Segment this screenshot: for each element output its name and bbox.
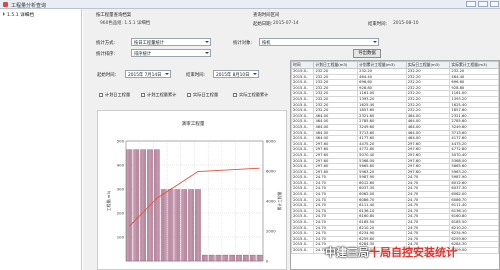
watermark: 中建三局十局自控安装统计 bbox=[325, 244, 457, 260]
checkbox-icon[interactable] bbox=[233, 93, 237, 97]
query-label: 按工程量查询档案 bbox=[96, 13, 132, 18]
chart-panel: 演审工程量 500 400 300 200 100 8000 6000 4000 2000 0 工程量… bbox=[97, 110, 287, 270]
start-label: 起始日期: bbox=[253, 22, 273, 27]
y-tick-right: 4000 bbox=[266, 199, 276, 204]
end-label: 结束时间: bbox=[368, 22, 388, 27]
date-end-value: 2015年 8月10日 bbox=[216, 73, 250, 78]
y-tick-left: 400 bbox=[117, 163, 125, 168]
window-title: 工程量分析查询 bbox=[11, 2, 47, 9]
tree-item-label: 1.5.1 详细档 bbox=[7, 13, 34, 18]
y-tick-right: 8000 bbox=[266, 139, 276, 144]
order-value: 排序统计 bbox=[134, 52, 152, 57]
column-header[interactable]: 实际累计工程量(m3) bbox=[449, 61, 499, 69]
end-value: 2015-08-10 bbox=[393, 21, 419, 26]
watermark-text-1: 中建三局 bbox=[325, 246, 369, 259]
chart-title: 演审工程量 bbox=[182, 120, 205, 127]
checkbox-icon[interactable] bbox=[141, 93, 145, 97]
table-cell: 6309.00 bbox=[449, 247, 499, 254]
column-header[interactable]: 实际日工程量(m3) bbox=[405, 61, 451, 69]
legend-actual-daily[interactable]: 实际日工程量 bbox=[187, 92, 218, 98]
order-select[interactable]: 排序统计 bbox=[131, 49, 211, 57]
data-table[interactable]: 时间 计划日工程量(m3) 计划累计工程量(m3) 实际日工程量(m3) 实际累计工程量… bbox=[290, 60, 500, 270]
stat-method-label: 统计方式: bbox=[96, 41, 116, 46]
legend-label: 实际工程量累计 bbox=[239, 92, 269, 97]
y-tick-right: 0 bbox=[266, 259, 269, 264]
legend-actual-cumulative[interactable]: 实际工程量累计 bbox=[233, 92, 268, 98]
checkbox-icon[interactable] bbox=[187, 93, 191, 97]
legend-label: 计划工程量累计 bbox=[147, 92, 177, 97]
watermark-text-2: 十局自控安装统计 bbox=[369, 246, 457, 259]
date-end-label: 结束时间: bbox=[186, 73, 206, 78]
y-tick-right: 6000 bbox=[266, 169, 276, 174]
stat-object-value: 按机 bbox=[262, 41, 271, 46]
y-axis-label-right: 累计工程量 bbox=[277, 191, 282, 210]
legend-plan-cumulative[interactable]: 计划工程量累计 bbox=[141, 92, 176, 98]
table-body: 2015-0.. 232.20 232.20 232.20 232.20 2015-0..… bbox=[291, 68, 499, 254]
y-tick-left: 500 bbox=[117, 139, 125, 144]
export-button[interactable]: 导出数据 bbox=[353, 49, 381, 58]
stat-method-select[interactable]: 按日工程量统计 bbox=[131, 38, 211, 46]
date-end-picker[interactable]: 2015年 8月10日 bbox=[213, 70, 259, 78]
minimize-button[interactable] bbox=[466, 1, 476, 7]
checkbox-icon[interactable] bbox=[99, 93, 103, 97]
y-tick-left: 300 bbox=[117, 187, 125, 192]
legend-plan-daily[interactable]: 计划日工程量 bbox=[99, 92, 130, 98]
y-tick-left: 100 bbox=[117, 235, 125, 240]
query-value: 960色品组: 1.5.1 详细档 bbox=[100, 21, 151, 26]
close-button[interactable] bbox=[490, 1, 499, 7]
start-value: 2015-07-14 bbox=[273, 21, 299, 26]
order-label: 统计排序: bbox=[96, 52, 116, 57]
date-start-label: 起始时间: bbox=[97, 73, 117, 78]
tree-item-detail[interactable]: 1.5.1 详细档 bbox=[3, 12, 34, 18]
window-titlebar: 工程量分析查询 bbox=[0, 0, 500, 9]
sidebar-tree: 1.5.1 详细档 bbox=[0, 9, 82, 270]
date-start-picker[interactable]: 2015年 7月14日 bbox=[125, 70, 171, 78]
stat-method-value: 按日工程量统计 bbox=[134, 41, 165, 46]
table-header-row: 时间 计划日工程量(m3) 计划累计工程量(m3) 实际日工程量(m3) 实际累计工程量… bbox=[291, 61, 499, 69]
legend-label: 实际日工程量 bbox=[193, 92, 219, 97]
app-icon bbox=[3, 2, 8, 7]
stat-object-label: 统计对象: bbox=[233, 41, 253, 46]
column-header[interactable]: 计划日工程量(m3) bbox=[313, 61, 359, 69]
maximize-button[interactable] bbox=[478, 1, 488, 7]
stat-object-select[interactable]: 按机 bbox=[259, 38, 379, 46]
column-header[interactable]: 计划累计工程量(m3) bbox=[357, 61, 407, 69]
tree-expand-icon[interactable] bbox=[3, 12, 5, 16]
column-header[interactable]: 时间 bbox=[291, 61, 315, 69]
chart-svg: 演审工程量 500 400 300 200 100 8000 6000 4000 2000 0 工程量… bbox=[106, 120, 282, 264]
y-tick-right: 2000 bbox=[266, 229, 276, 234]
y-axis-label-left: 工程量(m3) bbox=[106, 190, 111, 211]
table-cell: 2015-0.. bbox=[291, 247, 315, 254]
y-tick-left: 200 bbox=[117, 211, 125, 216]
date-start-value: 2015年 7月14日 bbox=[128, 73, 162, 78]
period-label: 查询时间区间 bbox=[253, 13, 280, 18]
legend-label: 计划日工程量 bbox=[105, 92, 131, 97]
